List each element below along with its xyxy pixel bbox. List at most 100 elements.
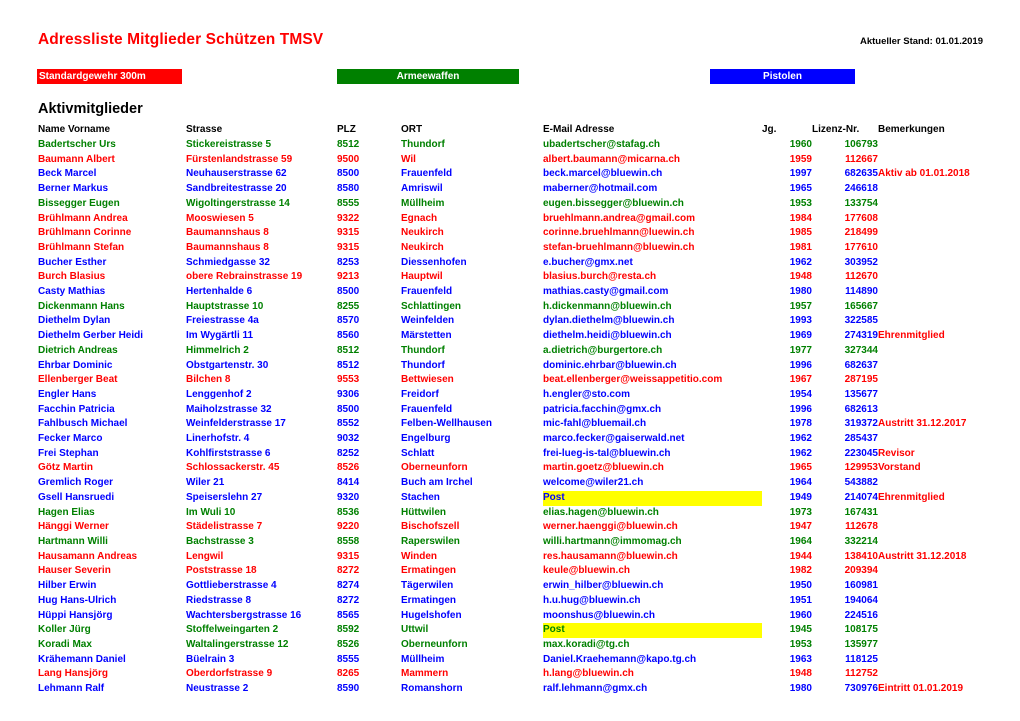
cell-email[interactable]: Daniel.Kraehemann@kapo.tg.ch — [543, 653, 762, 668]
table-row: Götz Martin Schlossackerstr. 45 8526 Oberne… — [38, 461, 996, 476]
cell-email[interactable]: keule@bluewin.ch — [543, 564, 762, 579]
cell-email[interactable]: Post — [543, 490, 762, 506]
cell-email[interactable]: marco.fecker@gaiserwald.net — [543, 432, 762, 447]
cell-plz: 8512 — [337, 139, 360, 150]
cell-name: Berner Markus — [38, 183, 109, 195]
cell-email[interactable]: frei-lueg-is-tal@bluewin.ch — [543, 447, 762, 462]
cell-plz: 8526 — [337, 638, 360, 650]
cell-plz: 8570 — [337, 315, 360, 327]
cell-email[interactable]: erwin_hilber@bluewin.ch — [543, 579, 762, 594]
cell-plz: 8536 — [337, 506, 360, 518]
cell-email[interactable]: welcome@wiler21.ch — [543, 476, 762, 491]
cell-plz: 8592 — [337, 624, 360, 636]
cell-email[interactable]: h.engler@sto.com — [543, 388, 762, 403]
cell-jahrgang: 1981 — [789, 241, 812, 253]
cell-name: Hauser Severin — [38, 565, 111, 577]
cell-email[interactable]: diethelm.heidi@bluewin.ch — [543, 329, 762, 344]
cell-email[interactable]: bruehlmann.andrea@gmail.com — [543, 212, 762, 227]
cell-plz: 8500 — [337, 286, 360, 298]
cell-plz: 9500 — [337, 153, 360, 165]
cell-email[interactable]: dominic.ehrbar@bluewin.ch — [543, 359, 762, 374]
cell-strasse: Bachstrasse 3 — [186, 535, 254, 547]
cell-email[interactable]: eugen.bissegger@bluewin.ch — [543, 197, 762, 212]
cell-lizenz-nr: 214074 — [844, 491, 878, 503]
cell-email[interactable]: werner.haenggi@bluewin.ch — [543, 520, 762, 535]
cell-email[interactable]: corinne.bruehlmann@luewin.ch — [543, 226, 762, 241]
cell-jahrgang: 1965 — [789, 462, 812, 474]
cell-lizenz-nr: 274319 — [844, 330, 878, 342]
table-row: Diethelm Dylan Freiestrasse 4a 8570 Weinfel… — [38, 314, 996, 329]
cell-bemerkung — [878, 535, 996, 550]
cell-bemerkung — [878, 594, 996, 609]
cell-email[interactable]: mic-fahl@bluemail.ch — [543, 417, 762, 432]
cell-ort: Märstetten — [401, 330, 452, 342]
page-root: Adressliste Mitglieder Schützen TMSV Akt… — [0, 0, 1020, 721]
cell-email[interactable]: stefan-bruehlmann@bluewin.ch — [543, 241, 762, 256]
table-row: Hartmann Willi Bachstrasse 3 8558 Raperswil… — [38, 535, 996, 550]
cell-lizenz-nr: 129953 — [844, 462, 878, 474]
cell-bemerkung — [878, 373, 996, 388]
cell-email[interactable]: blasius.burch@resta.ch — [543, 270, 762, 285]
cell-email[interactable]: mathias.casty@gmail.com — [543, 285, 762, 300]
cell-ort: Oberneunforn — [401, 638, 468, 650]
cell-jahrgang: 1951 — [789, 594, 812, 606]
cell-email[interactable]: patricia.facchin@gmx.ch — [543, 403, 762, 418]
cell-email[interactable]: max.koradi@tg.ch — [543, 638, 762, 653]
cell-email[interactable]: maberner@hotmail.com — [543, 182, 762, 197]
cell-lizenz-nr: 112678 — [845, 521, 878, 533]
table-row: Brühlmann Corinne Baumannshaus 8 9315 Neuki… — [38, 226, 996, 241]
cell-plz: 8272 — [337, 594, 360, 606]
column-header-strasse: Strasse — [186, 124, 223, 135]
cell-jahrgang: 1997 — [789, 168, 812, 180]
cell-email[interactable]: dylan.diethelm@bluewin.ch — [543, 314, 762, 329]
cell-name: Bissegger Eugen — [38, 197, 120, 209]
column-header-email: E-Mail Adresse — [543, 124, 615, 135]
cell-ort: Engelburg — [401, 433, 451, 445]
cell-plz: 9315 — [337, 227, 360, 239]
cell-ort: Mammern — [401, 668, 449, 680]
cell-email[interactable]: e.bucher@gmx.net — [543, 256, 762, 271]
cell-email[interactable]: a.dietrich@burgertore.ch — [543, 344, 762, 359]
cell-jahrgang: 1945 — [789, 624, 812, 636]
members-table-wrapper: Name Vorname Strasse PLZ ORT E-Mail Adre… — [0, 122, 1020, 697]
cell-strasse: Linerhofstr. 4 — [186, 433, 250, 445]
cell-email[interactable]: ubadertscher@stafag.ch — [543, 138, 762, 153]
cell-email[interactable]: albert.baumann@micarna.ch — [543, 153, 762, 168]
cell-email[interactable]: ralf.lehmann@gmx.ch — [543, 682, 762, 697]
cell-ort: Ermatingen — [401, 594, 457, 606]
cell-plz: 8555 — [337, 653, 360, 665]
cell-strasse: Im Wygärtli 11 — [186, 330, 254, 342]
cell-jahrgang: 1980 — [789, 286, 812, 298]
cell-ort: Frauenfeld — [401, 168, 453, 180]
cell-email[interactable]: h.dickenmann@bluewin.ch — [543, 300, 762, 315]
cell-email[interactable]: willi.hartmann@immomag.ch — [543, 535, 762, 550]
legend-banner-standardgewehr: Standardgewehr 300m — [37, 69, 182, 84]
cell-email[interactable]: moonshus@bluewin.ch — [543, 609, 762, 624]
cell-jahrgang: 1996 — [789, 359, 812, 371]
cell-lizenz-nr: 285437 — [844, 433, 878, 445]
cell-email[interactable]: h.u.hug@bluewin.ch — [543, 594, 762, 609]
cell-email[interactable]: beat.ellenberger@weissappetitio.com — [543, 373, 762, 388]
cell-plz: 8555 — [337, 197, 360, 209]
cell-lizenz-nr: 332214 — [844, 535, 878, 547]
cell-plz: 8580 — [337, 183, 360, 195]
cell-ort: Egnach — [401, 212, 438, 224]
cell-email[interactable]: Post — [543, 623, 762, 638]
cell-name: Baumann Albert — [38, 153, 115, 165]
cell-email[interactable]: res.hausamann@bluewin.ch — [543, 550, 762, 565]
cell-bemerkung — [878, 506, 996, 521]
table-header-row: Name Vorname Strasse PLZ ORT E-Mail Adre… — [38, 122, 996, 138]
cell-email[interactable]: beck.marcel@bluewin.ch — [543, 167, 762, 182]
cell-ort: Bettwiesen — [401, 374, 454, 386]
cell-strasse: Riedstrasse 8 — [186, 594, 252, 606]
cell-strasse: Fürstenlandstrasse 59 — [186, 153, 293, 165]
cell-ort: Frauenfeld — [401, 403, 453, 415]
cell-email[interactable]: h.lang@bluewin.ch — [543, 667, 762, 682]
cell-name: Casty Mathias — [38, 286, 106, 298]
cell-lizenz-nr: 112667 — [845, 153, 878, 165]
cell-email[interactable]: martin.goetz@bluewin.ch — [543, 461, 762, 476]
cell-strasse: Oberdorfstrasse 9 — [186, 668, 273, 680]
cell-strasse: Kohlfirststrasse 6 — [186, 447, 271, 459]
cell-email[interactable]: elias.hagen@bluewin.ch — [543, 506, 762, 521]
cell-jahrgang: 1978 — [789, 418, 812, 430]
